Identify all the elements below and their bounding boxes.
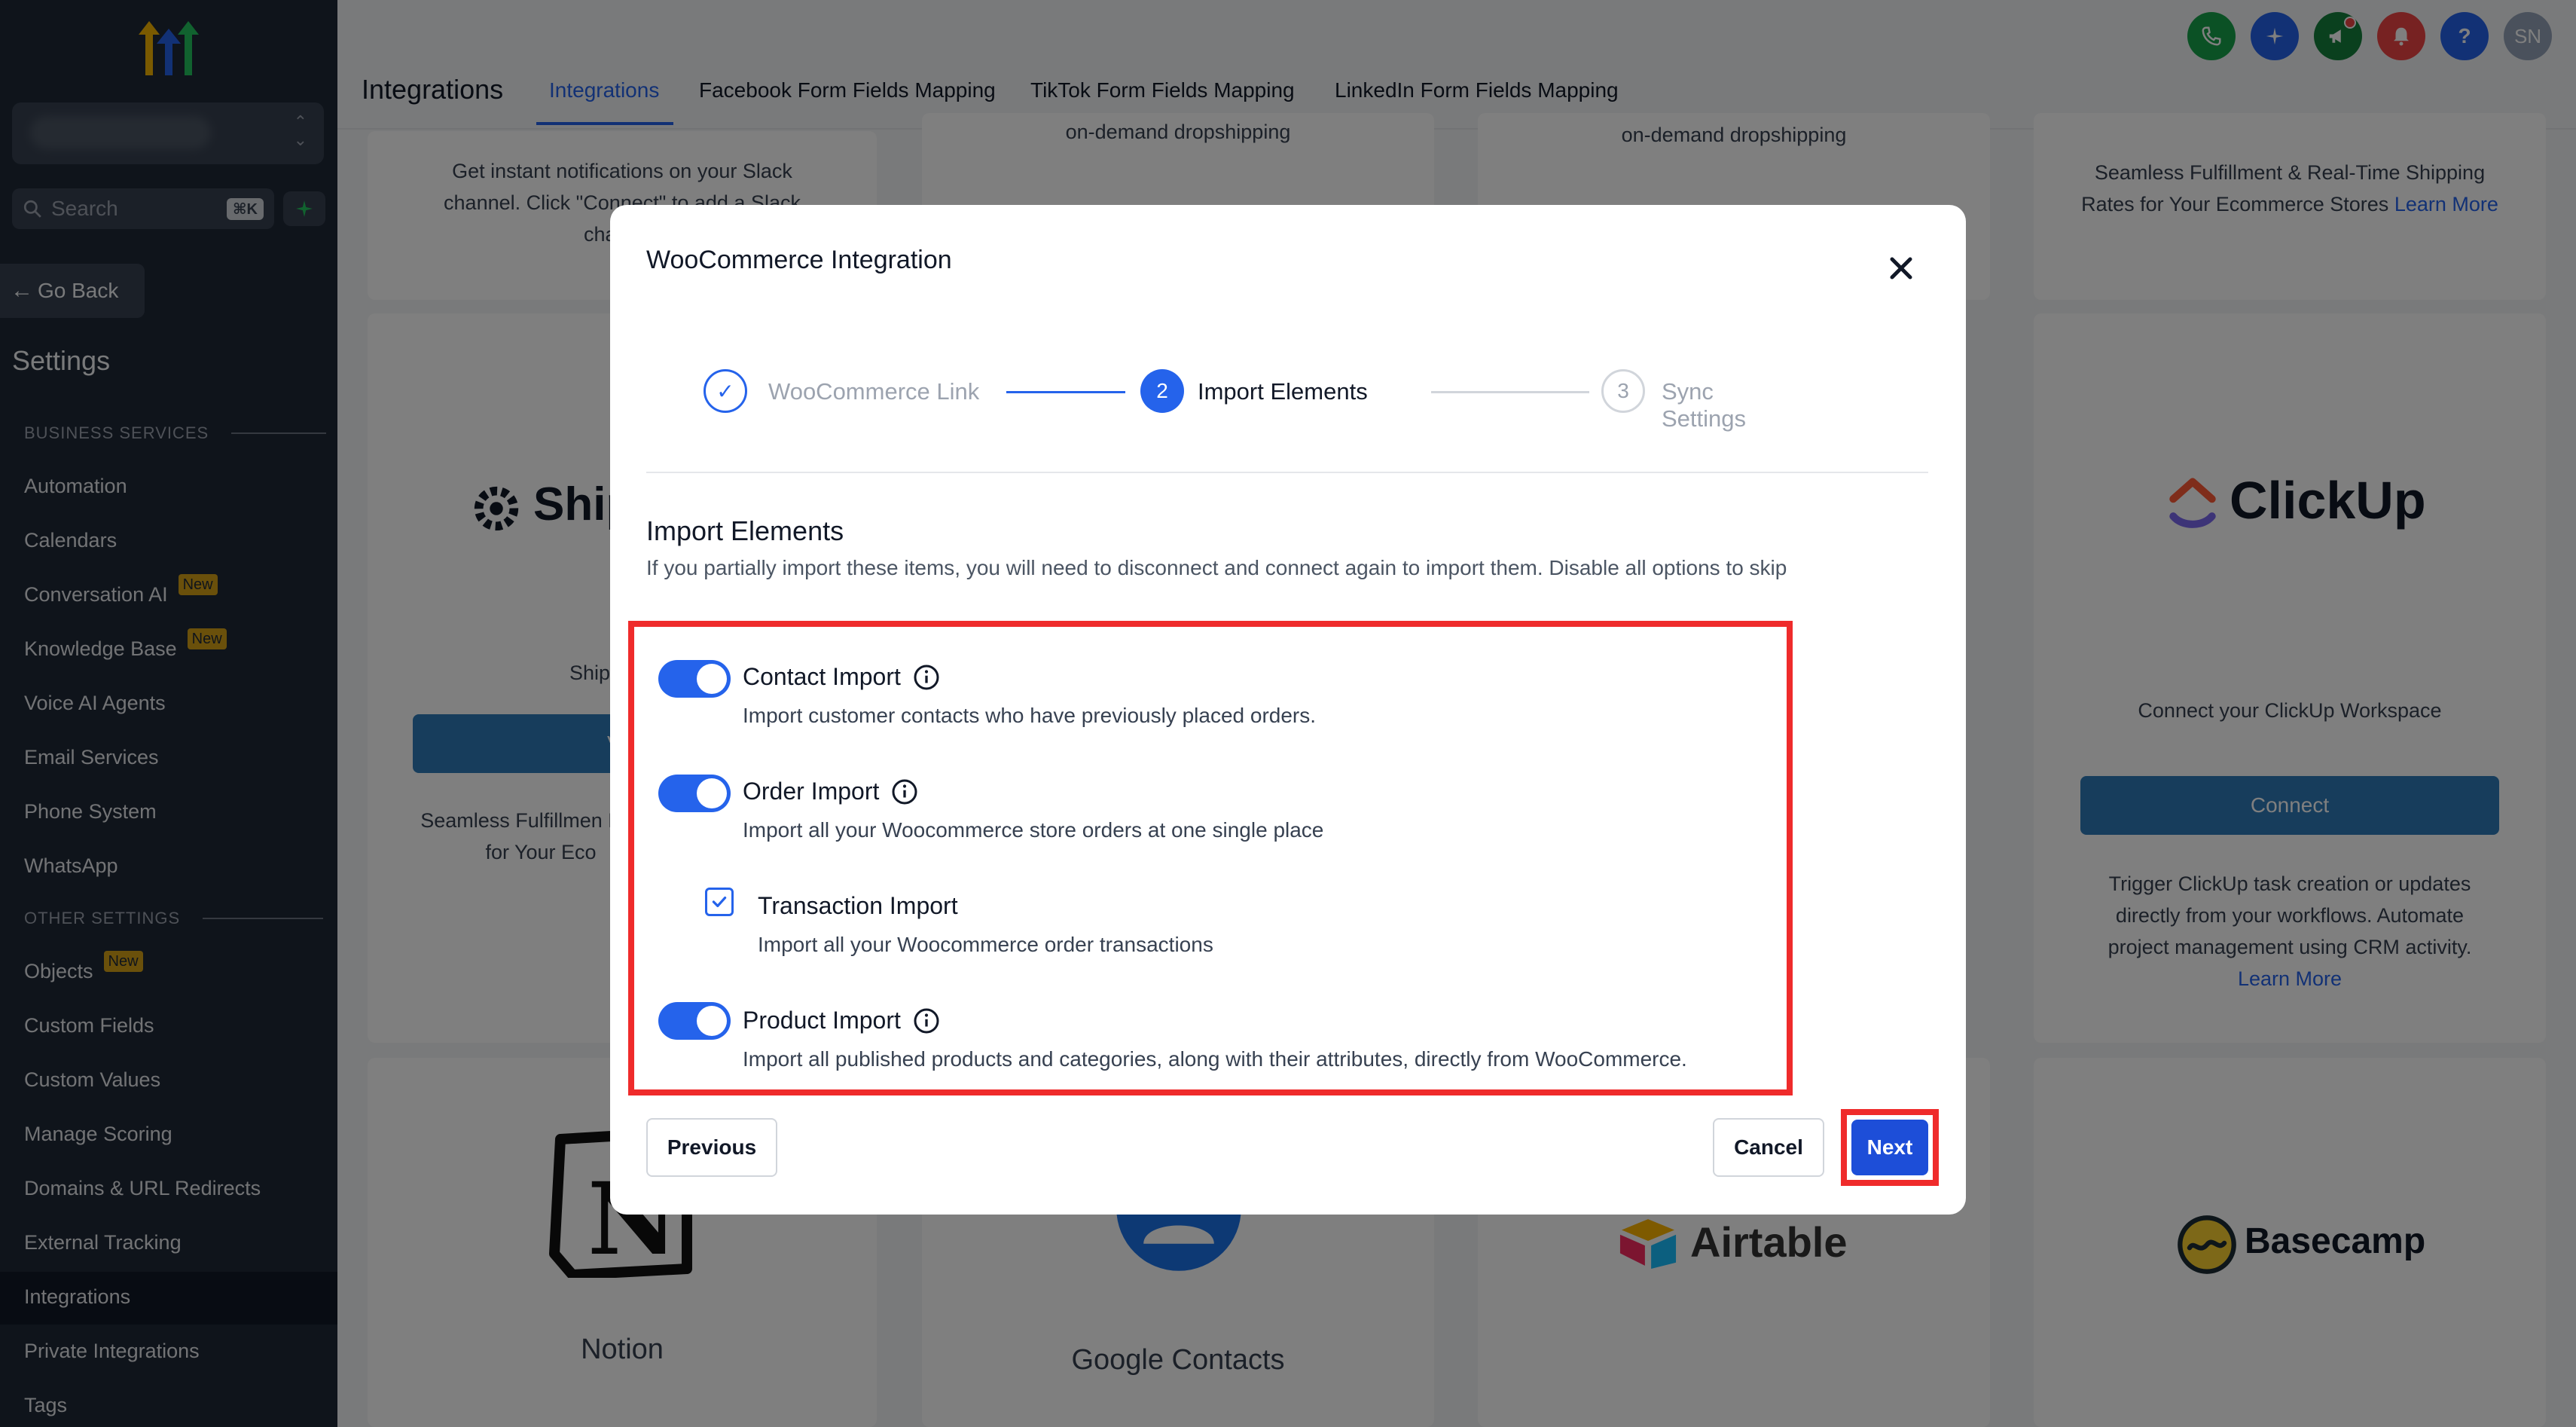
step-2-label: Import Elements — [1198, 378, 1368, 405]
contact-import-toggle[interactable] — [658, 660, 731, 698]
section-description: If you partially import these items, you… — [646, 556, 1787, 579]
order-import-description: Import all your Woocommerce store orders… — [743, 818, 1324, 842]
step-2-number: 2 — [1140, 369, 1184, 413]
step-3-label: Sync Settings — [1662, 378, 1747, 432]
stepper: ✓ WooCommerce Link 2 Import Elements 3 S… — [704, 366, 1758, 432]
step-connector-1 — [1006, 391, 1125, 393]
product-import-title: Product Import — [743, 1007, 940, 1034]
close-icon[interactable] — [1883, 250, 1919, 286]
cancel-button[interactable]: Cancel — [1713, 1118, 1824, 1177]
transaction-import-title: Transaction Import — [758, 892, 958, 919]
info-icon[interactable] — [891, 778, 918, 805]
contact-import-description: Import customer contacts who have previo… — [743, 704, 1317, 727]
woocommerce-integration-modal: WooCommerce Integration ✓ WooCommerce Li… — [610, 205, 1966, 1215]
step-1-check-icon: ✓ — [704, 369, 747, 413]
info-icon[interactable] — [913, 664, 940, 691]
checkmark-icon — [712, 896, 727, 908]
next-button[interactable]: Next — [1851, 1120, 1928, 1175]
step-connector-2 — [1431, 391, 1589, 393]
previous-button[interactable]: Previous — [646, 1118, 777, 1177]
transaction-import-checkbox[interactable] — [705, 888, 734, 916]
product-import-description: Import all published products and catego… — [743, 1047, 1687, 1071]
step-1-label[interactable]: WooCommerce Link — [768, 378, 979, 405]
info-icon[interactable] — [913, 1007, 940, 1034]
order-import-title: Order Import — [743, 778, 918, 805]
order-import-toggle[interactable] — [658, 775, 731, 812]
section-title: Import Elements — [646, 515, 844, 546]
contact-import-title: Contact Import — [743, 663, 940, 691]
transaction-import-description: Import all your Woocommerce order transa… — [758, 933, 1213, 956]
step-3-number: 3 — [1601, 369, 1645, 413]
modal-title: WooCommerce Integration — [646, 246, 952, 274]
product-import-toggle[interactable] — [658, 1002, 731, 1040]
modal-divider — [646, 472, 1928, 473]
